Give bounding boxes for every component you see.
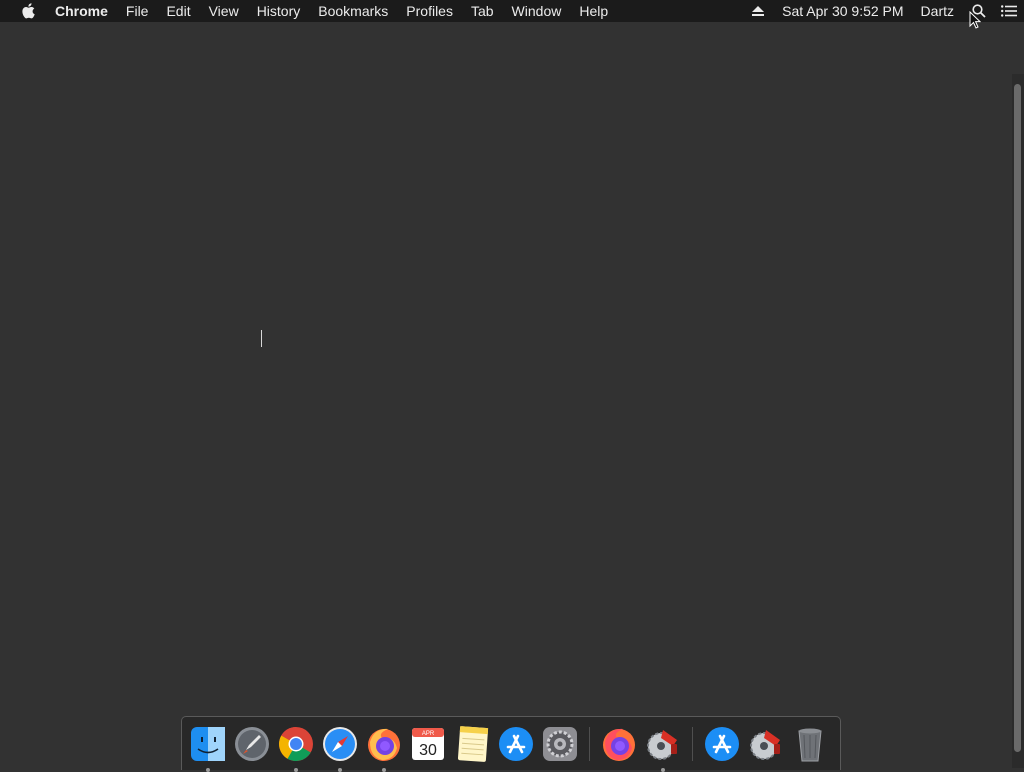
dock-item-system-preferences[interactable]: [540, 724, 580, 764]
dock-item-calendar[interactable]: APR 30: [408, 724, 448, 764]
dock-item-app-store[interactable]: [496, 724, 536, 764]
dock-item-finder[interactable]: [188, 724, 228, 772]
firefox-icon: [603, 728, 635, 761]
dock-item-firefox-2[interactable]: [599, 724, 639, 764]
scrollbar-thumb[interactable]: [1014, 84, 1021, 752]
notes-icon: [457, 725, 489, 762]
menu-bar-status-area: Sat Apr 30 9:52 PM Dartz: [743, 0, 1024, 22]
firefox-icon: [368, 728, 400, 761]
dock-separator: [589, 726, 590, 761]
calendar-day: 30: [419, 742, 437, 759]
apple-logo-icon[interactable]: [10, 0, 46, 22]
menu-edit[interactable]: Edit: [157, 0, 199, 22]
calendar-month: APR: [422, 731, 435, 737]
running-indicator: [206, 767, 210, 772]
menu-bookmarks[interactable]: Bookmarks: [309, 0, 397, 22]
app-store-icon: [499, 726, 533, 761]
system-preferences-icon: [543, 726, 577, 761]
dock: APR 30: [181, 716, 841, 772]
launchpad-icon: [235, 726, 269, 761]
menu-view[interactable]: View: [200, 0, 248, 22]
menu-bar-left: Chrome File Edit View History Bookmarks …: [0, 0, 617, 22]
chrome-icon: [279, 726, 313, 761]
menu-file[interactable]: File: [117, 0, 158, 22]
menu-window[interactable]: Window: [503, 0, 571, 22]
vertical-scrollbar[interactable]: [1012, 74, 1024, 768]
dock-item-safari[interactable]: [320, 724, 360, 772]
finder-icon: [191, 726, 225, 761]
dock-item-firefox[interactable]: [364, 724, 404, 772]
menu-profiles[interactable]: Profiles: [397, 0, 462, 22]
menu-help[interactable]: Help: [570, 0, 617, 22]
running-indicator: [661, 767, 665, 772]
desktop-area[interactable]: [0, 22, 1024, 768]
dock-item-launchpad[interactable]: [232, 724, 272, 764]
dock-item-chrome[interactable]: [276, 724, 316, 772]
text-insertion-cursor: [261, 330, 262, 347]
menu-bar: Chrome File Edit View History Bookmarks …: [0, 0, 1024, 22]
menu-bar-user[interactable]: Dartz: [913, 0, 964, 22]
dock-separator: [692, 726, 693, 761]
dock-item-notes[interactable]: [452, 724, 492, 764]
running-indicator: [382, 767, 386, 772]
saw-blade-app-icon: [647, 729, 677, 760]
app-store-icon: [705, 726, 739, 761]
notification-center-icon[interactable]: [994, 0, 1024, 22]
dock-item-utility-app-2[interactable]: [746, 724, 786, 764]
menu-tab[interactable]: Tab: [462, 0, 503, 22]
running-indicator: [294, 767, 298, 772]
mouse-pointer-icon: [969, 11, 981, 29]
running-indicator: [338, 767, 342, 772]
menu-bar-clock[interactable]: Sat Apr 30 9:52 PM: [773, 0, 912, 22]
dock-item-utility-app[interactable]: [643, 724, 683, 772]
calendar-icon: APR 30: [412, 727, 444, 760]
eject-icon[interactable]: [743, 0, 773, 22]
menu-history[interactable]: History: [248, 0, 310, 22]
dock-item-app-store-2[interactable]: [702, 724, 742, 764]
dock-item-trash[interactable]: [790, 724, 830, 764]
safari-icon: [323, 726, 357, 761]
trash-icon: [798, 728, 822, 761]
saw-blade-app-icon: [750, 729, 780, 760]
menu-app-name[interactable]: Chrome: [46, 0, 117, 22]
